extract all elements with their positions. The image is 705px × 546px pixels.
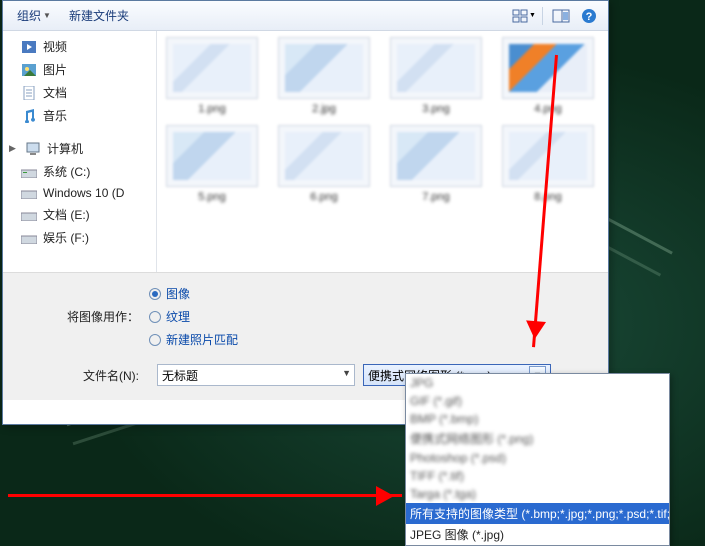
nav-label: 音乐 (43, 107, 67, 124)
radio-label: 纹理 (166, 308, 190, 325)
chevron-down-icon: ▼ (43, 11, 51, 20)
drive-icon (21, 186, 37, 200)
nav-label: 图片 (43, 61, 67, 78)
new-folder-button[interactable]: 新建文件夹 (61, 4, 137, 27)
filename-label: 文件名(N): (19, 367, 149, 384)
file-thumb[interactable]: 7.png (389, 125, 483, 203)
nav-music[interactable]: 音乐 (3, 104, 156, 127)
radio-texture[interactable]: 纹理 (149, 308, 238, 325)
drive-icon (21, 231, 37, 245)
nav-label: Windows 10 (D (43, 186, 124, 200)
file-thumb[interactable]: 4.png (501, 37, 595, 115)
file-name: 2.jpg (312, 103, 336, 115)
file-thumb[interactable]: 5.png (165, 125, 259, 203)
filetype-dropdown: JPG GIF (*.gif) BMP (*.bmp) 便携式网络图形 (*.p… (405, 373, 670, 546)
radio-icon (149, 311, 161, 323)
nav-label: 系统 (C:) (43, 163, 90, 180)
file-thumb[interactable]: 6.png (277, 125, 371, 203)
nav-documents[interactable]: 文档 (3, 81, 156, 104)
video-icon (21, 40, 37, 54)
filetype-option[interactable]: JPG (406, 374, 669, 392)
radio-icon (149, 334, 161, 346)
nav-label: 文档 (E:) (43, 206, 90, 223)
file-name: 4.png (534, 103, 562, 115)
nav-label: 视频 (43, 38, 67, 55)
organize-label: 组织 (17, 7, 41, 24)
radio-label: 新建照片匹配 (166, 331, 238, 348)
expand-icon: ▶ (9, 143, 19, 154)
file-name: 8.png (534, 191, 562, 203)
filetype-option[interactable]: TIFF (*.tif) (406, 467, 669, 485)
pictures-icon (21, 63, 37, 77)
svg-text:?: ? (586, 11, 593, 23)
view-icon (512, 9, 528, 23)
radio-photo-match[interactable]: 新建照片匹配 (149, 331, 238, 348)
use-as-label: 将图像用作： (19, 308, 149, 325)
computer-icon (25, 142, 41, 156)
navigation-pane: 视频 图片 文档 音乐 ▶ 计算机 系统 (C:) Windows 10 (D 文… (3, 31, 157, 272)
file-name: 1.png (198, 103, 226, 115)
document-icon (21, 86, 37, 100)
filetype-option[interactable]: 便携式网络图形 (*.png) (406, 428, 669, 449)
nav-label: 计算机 (47, 140, 83, 157)
chevron-down-icon: ▼ (529, 12, 536, 19)
help-icon: ? (581, 8, 597, 24)
filetype-option[interactable]: Photoshop (*.psd) (406, 449, 669, 467)
dialog-body: 视频 图片 文档 音乐 ▶ 计算机 系统 (C:) Windows 10 (D 文… (3, 31, 608, 272)
filetype-option[interactable]: JPEG 图像 (*.jpg) (406, 524, 669, 545)
filetype-option[interactable]: BMP (*.bmp) (406, 410, 669, 428)
nav-pictures[interactable]: 图片 (3, 58, 156, 81)
file-open-dialog: 组织▼ 新建文件夹 ▼ ? 视频 图片 文档 音乐 ▶计算机 系统 (C:) W… (2, 0, 609, 425)
preview-pane-button[interactable] (548, 5, 574, 27)
nav-drive-e[interactable]: 文档 (E:) (3, 203, 156, 226)
nav-label: 文档 (43, 84, 67, 101)
annotation-arrow (8, 494, 402, 497)
nav-drive-d[interactable]: Windows 10 (D (3, 183, 156, 203)
filename-input[interactable] (157, 364, 355, 386)
radio-image[interactable]: 图像 (149, 285, 238, 302)
radio-label: 图像 (166, 285, 190, 302)
filetype-option[interactable]: Targa (*.tga) (406, 485, 669, 503)
dialog-toolbar: 组织▼ 新建文件夹 ▼ ? (3, 1, 608, 31)
nav-computer[interactable]: ▶ 计算机 (3, 137, 156, 160)
music-icon (21, 109, 37, 123)
help-button[interactable]: ? (576, 5, 602, 27)
file-thumb[interactable]: 3.png (389, 37, 483, 115)
use-as-row: 将图像用作： 图像 纹理 新建照片匹配 (19, 285, 592, 348)
file-name: 3.png (422, 103, 450, 115)
nav-label: 娱乐 (F:) (43, 229, 89, 246)
file-name: 5.png (198, 191, 226, 203)
file-thumb[interactable]: 1.png (165, 37, 259, 115)
new-folder-label: 新建文件夹 (69, 7, 129, 24)
radio-icon (149, 288, 161, 300)
file-name: 7.png (422, 191, 450, 203)
preview-pane-icon (552, 9, 570, 23)
drive-icon (21, 165, 37, 179)
file-thumb[interactable]: 2.jpg (277, 37, 371, 115)
file-name: 6.png (310, 191, 338, 203)
nav-drive-c[interactable]: 系统 (C:) (3, 160, 156, 183)
filetype-option[interactable]: GIF (*.gif) (406, 392, 669, 410)
organize-button[interactable]: 组织▼ (9, 4, 59, 27)
drive-icon (21, 208, 37, 222)
view-mode-button[interactable]: ▼ (511, 5, 537, 27)
nav-drive-f[interactable]: 娱乐 (F:) (3, 226, 156, 249)
nav-video[interactable]: 视频 (3, 35, 156, 58)
filetype-option-all-supported[interactable]: 所有支持的图像类型 (*.bmp;*.jpg;*.png;*.psd;*.tif… (406, 503, 669, 524)
